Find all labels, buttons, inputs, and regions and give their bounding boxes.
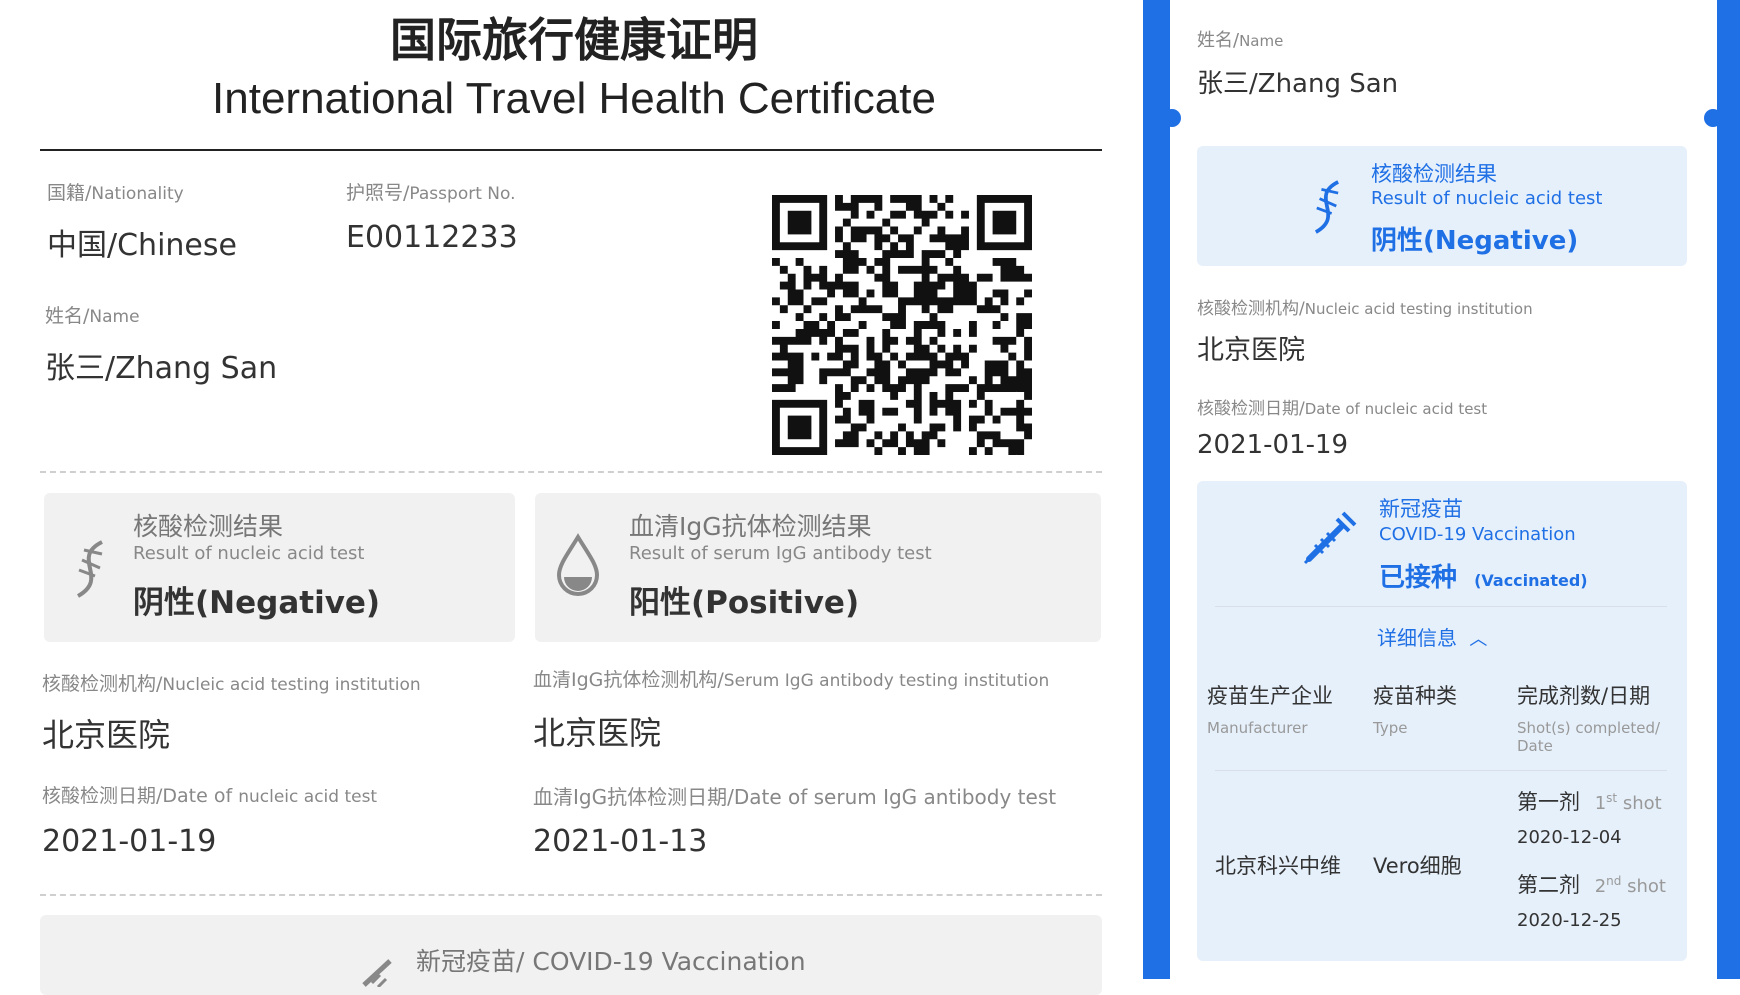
mobile-vaccine-title-en: COVID-19 Vaccination	[1379, 524, 1576, 545]
mobile-date-value: 2021-01-19	[1197, 430, 1349, 460]
syringe-icon	[362, 959, 392, 987]
col-type: 疫苗种类	[1373, 684, 1457, 708]
serum-card-title-cn: 血清IgG抗体检测结果	[629, 512, 872, 541]
col-manufacturer-en: Manufacturer	[1207, 719, 1308, 737]
vaccine-card-title: 新冠疫苗/ COVID-19 Vaccination	[416, 947, 806, 976]
ticket-notch-left	[1163, 109, 1181, 127]
serum-date-value: 2021-01-13	[533, 824, 708, 859]
col-type-en: Type	[1373, 719, 1408, 737]
nucleic-card-title-en: Result of nucleic acid test	[133, 543, 365, 564]
details-divider	[1215, 606, 1667, 607]
nucleic-card-title-cn: 核酸检测结果	[133, 512, 284, 541]
serum-institution-value: 北京医院	[533, 714, 662, 752]
col-manufacturer: 疫苗生产企业	[1207, 684, 1333, 708]
mobile-name-value: 张三/Zhang San	[1197, 69, 1399, 99]
mobile-screen: 姓名/Name 张三/Zhang San 核酸检测结果 Result of nu…	[1170, 0, 1717, 979]
passport-label: 护照号/Passport No.	[346, 182, 516, 204]
serum-result-card: 血清IgG抗体检测结果 Result of serum IgG antibody…	[535, 493, 1101, 642]
vaccine-card: 新冠疫苗/ COVID-19 Vaccination	[40, 915, 1102, 995]
mobile-nucleic-card: 核酸检测结果 Result of nucleic acid test 阴性(Ne…	[1197, 146, 1687, 266]
nationality-label: 国籍/Nationality	[47, 182, 184, 204]
serum-card-result: 阳性(Positive)	[629, 585, 860, 621]
dashed-divider-2	[40, 894, 1102, 896]
ticket-notch-right	[1704, 109, 1722, 127]
dashed-divider	[40, 471, 1102, 473]
certificate-title-cn: 国际旅行健康证明	[390, 13, 758, 67]
certificate-page: 国际旅行健康证明 International Travel Health Cer…	[0, 0, 1140, 995]
dose2-row: 第二剂 2nd shot	[1517, 873, 1666, 897]
nucleic-institution-label: 核酸检测机构/Nucleic acid testing institution	[42, 673, 421, 695]
name-label: 姓名/Name	[45, 305, 140, 327]
name-value: 张三/Zhang San	[45, 351, 278, 386]
mobile-date-label: 核酸检测日期/Date of nucleic acid test	[1197, 399, 1488, 419]
mobile-vaccine-status: 已接种 (Vaccinated)	[1379, 563, 1588, 593]
mobile-nucleic-title-en: Result of nucleic acid test	[1371, 188, 1603, 209]
nucleic-result-card: 核酸检测结果 Result of nucleic acid test 阴性(Ne…	[44, 493, 515, 642]
nucleic-institution-value: 北京医院	[42, 716, 171, 754]
mobile-vaccine-title-cn: 新冠疫苗	[1379, 497, 1463, 521]
dose1-date: 2020-12-04	[1517, 827, 1622, 848]
mobile-institution-label: 核酸检测机构/Nucleic acid testing institution	[1197, 299, 1533, 319]
nucleic-date-label: 核酸检测日期/Date of nucleic acid test	[42, 785, 378, 807]
mobile-nucleic-title-cn: 核酸检测结果	[1371, 162, 1497, 186]
chevron-up-icon: ︿	[1469, 629, 1488, 650]
mobile-vaccine-card: 新冠疫苗 COVID-19 Vaccination 已接种 (Vaccinate…	[1197, 481, 1687, 961]
dna-icon	[76, 540, 103, 598]
passport-value: E00112233	[346, 220, 518, 255]
mobile-name-label: 姓名/Name	[1197, 30, 1284, 51]
nucleic-card-result: 阴性(Negative)	[133, 585, 381, 621]
blood-drop-icon	[556, 533, 600, 596]
certificate-title-en: International Travel Health Certificate	[212, 74, 936, 123]
nucleic-date-value: 2021-01-19	[42, 824, 217, 859]
mobile-dna-icon	[1314, 180, 1340, 234]
mobile-institution-value: 北京医院	[1197, 335, 1305, 366]
dose2-date: 2020-12-25	[1517, 910, 1622, 931]
col-shots: 完成剂数/日期	[1517, 684, 1651, 708]
table-divider	[1215, 770, 1667, 771]
serum-date-label: 血清IgG抗体检测日期/Date of serum IgG antibody t…	[533, 785, 1057, 809]
title-divider	[40, 149, 1102, 151]
mobile-nucleic-result: 阴性(Negative)	[1371, 226, 1579, 256]
type-value: Vero细胞	[1373, 854, 1462, 878]
dose1-row: 第一剂 1st shot	[1517, 790, 1662, 814]
nationality-value: 中国/Chinese	[47, 228, 237, 263]
col-shots-en-1: Shot(s) completed/	[1517, 719, 1661, 737]
qr-code	[772, 195, 1032, 455]
serum-institution-label: 血清IgG抗体检测机构/Serum IgG antibody testing i…	[533, 669, 1050, 691]
manufacturer-value: 北京科兴中维	[1215, 854, 1341, 878]
details-toggle[interactable]: 详细信息 ︿	[1377, 622, 1487, 651]
col-shots-en-2: Date	[1517, 737, 1553, 755]
syringe-icon	[1303, 511, 1357, 565]
serum-card-title-en: Result of serum IgG antibody test	[629, 543, 932, 564]
